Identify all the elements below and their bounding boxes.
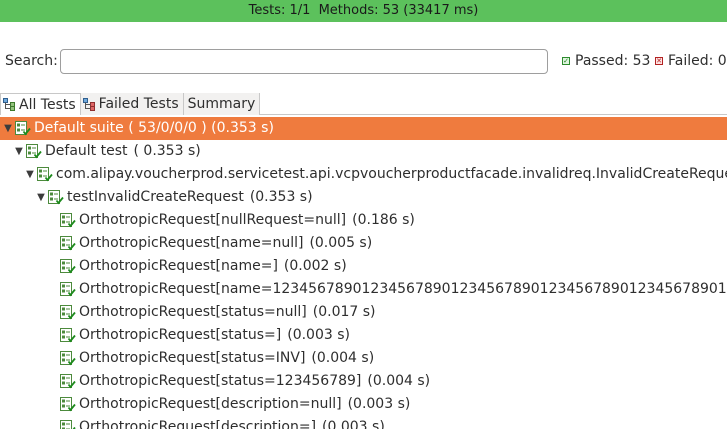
tab-failed-tests-label: Failed Tests <box>98 96 179 112</box>
test-passed-icon <box>15 121 31 136</box>
tree-row-label: OrthotropicRequest[name=null] (0.005 s) <box>79 232 372 255</box>
tree-row[interactable]: OrthotropicRequest[description=null] (0.0… <box>0 393 727 416</box>
test-duration: (0.004 s) <box>367 373 431 389</box>
test-passed-icon <box>48 190 64 205</box>
failed-icon: ✕ <box>655 57 663 65</box>
tree-row[interactable]: OrthotropicRequest[nullRequest=null] (0.1… <box>0 209 727 232</box>
tree-row-label: Default suite ( 53/0/0/0 ) (0.353 s) <box>34 117 274 140</box>
tree-row-label: OrthotropicRequest[status=] (0.003 s) <box>79 324 350 347</box>
tree-row[interactable]: OrthotropicRequest[status=INV] (0.004 s) <box>0 347 727 370</box>
test-duration: (0.003 s) <box>287 327 350 343</box>
test-passed-icon <box>60 282 76 297</box>
tree-icon <box>82 97 97 111</box>
tree-row[interactable]: OrthotropicRequest[status=] (0.003 s) <box>0 324 727 347</box>
tree-row[interactable]: ▼ Default test ( 0.353 s) <box>0 140 727 163</box>
tab-summary-label: Summary <box>187 96 256 112</box>
tab-summary[interactable]: Summary <box>183 93 261 115</box>
test-name: OrthotropicRequest[status=INV] <box>79 350 306 366</box>
tab-all-tests-label: All Tests <box>19 96 76 113</box>
tree-row[interactable]: OrthotropicRequest[status=123456789] (0.0… <box>0 370 727 393</box>
test-duration: (0.353 s) <box>249 189 313 205</box>
test-results-tree: ▼ Default suite ( 53/0/0/0 ) (0.353 s) ▼ De… <box>0 117 727 429</box>
tree-row[interactable]: OrthotropicRequest[name=1234567890123456… <box>0 278 727 301</box>
test-name: OrthotropicRequest[status=] <box>79 327 282 343</box>
test-passed-icon <box>60 236 76 251</box>
tree-row-label: OrthotropicRequest[status=null] (0.017 s) <box>79 301 376 324</box>
tree-row-label: Default test ( 0.353 s) <box>45 140 201 163</box>
tree-row[interactable]: ▼ com.alipay.voucherprod.servicetest.api.… <box>0 163 727 186</box>
test-duration: (0.186 s) <box>352 212 415 228</box>
test-passed-icon <box>60 374 76 389</box>
test-passed-icon <box>60 351 76 366</box>
tree-row-label: testInvalidCreateRequest (0.353 s) <box>67 186 313 209</box>
test-duration: (0.004 s) <box>311 350 375 366</box>
test-duration: ( 0.353 s) <box>133 143 201 159</box>
failed-counter: ✕ Failed: 0 <box>655 53 727 69</box>
search-input[interactable] <box>60 49 548 74</box>
tree-row-label: OrthotropicRequest[description=null] (0.0… <box>79 393 410 416</box>
expand-arrow-icon[interactable]: ▼ <box>25 163 35 186</box>
test-name: OrthotropicRequest[name=1234567890123456… <box>79 281 727 297</box>
test-duration: (0.005 s) <box>309 235 373 251</box>
test-name: Default test <box>45 143 128 159</box>
tests-count: Tests: 1/1 <box>248 3 311 18</box>
test-name: Default suite ( 53/0/0/0 ) (0.353 s) <box>34 120 274 136</box>
test-name: OrthotropicRequest[name=] <box>79 258 278 274</box>
test-duration: (0.003 s) <box>347 396 411 412</box>
test-name: OrthotropicRequest[status=123456789] <box>79 373 362 389</box>
test-passed-icon <box>60 328 76 343</box>
tree-row[interactable]: OrthotropicRequest[name=null] (0.005 s) <box>0 232 727 255</box>
passed-icon: ✓ <box>562 57 570 65</box>
expand-arrow-icon[interactable]: ▼ <box>3 117 13 140</box>
methods-count: Methods: 53 (33417 ms) <box>318 3 479 18</box>
tab-all-tests[interactable]: All Tests <box>0 93 81 115</box>
tree-row-label: OrthotropicRequest[nullRequest=null] (0.1… <box>79 209 415 232</box>
tree-row[interactable]: OrthotropicRequest[status=null] (0.017 s) <box>0 301 727 324</box>
expand-arrow-icon[interactable]: ▼ <box>36 186 46 209</box>
test-passed-icon <box>26 144 42 159</box>
tree-row-label: OrthotropicRequest[status=123456789] (0.0… <box>79 370 430 393</box>
test-name: com.alipay.voucherprod.servicetest.api.v… <box>56 166 727 182</box>
tree-row-label: com.alipay.voucherprod.servicetest.api.v… <box>56 163 727 186</box>
test-passed-icon <box>60 397 76 412</box>
test-duration: (0.017 s) <box>312 304 376 320</box>
search-row: Search: ✓ Passed: 53 ✕ Failed: 0 <box>0 46 727 76</box>
test-name: OrthotropicRequest[name=null] <box>79 235 304 251</box>
tab-failed-tests[interactable]: Failed Tests <box>80 93 184 115</box>
expand-arrow-icon[interactable]: ▼ <box>14 140 24 163</box>
test-name: OrthotropicRequest[description=] <box>79 419 317 429</box>
failed-label: Failed: 0 <box>668 53 727 69</box>
tree-row-label: OrthotropicRequest[status=INV] (0.004 s) <box>79 347 374 370</box>
test-passed-icon <box>60 305 76 320</box>
test-duration: (0.002 s) <box>283 258 347 274</box>
test-passed-icon <box>37 167 53 182</box>
test-duration: (0.003 s) <box>322 419 385 429</box>
test-name: OrthotropicRequest[description=null] <box>79 396 342 412</box>
test-passed-icon <box>60 259 76 274</box>
tree-icon <box>3 98 17 111</box>
passed-counter: ✓ Passed: 53 <box>562 53 650 69</box>
tree-row-label: OrthotropicRequest[name=] (0.002 s) <box>79 255 347 278</box>
tree-row[interactable]: ▼ Default suite ( 53/0/0/0 ) (0.353 s) <box>0 117 727 140</box>
tree-row[interactable]: OrthotropicRequest[description=] (0.003 s… <box>0 416 727 429</box>
tree-row-label: OrthotropicRequest[description=] (0.003 s… <box>79 416 385 429</box>
tree-row[interactable]: OrthotropicRequest[name=] (0.002 s) <box>0 255 727 278</box>
test-name: testInvalidCreateRequest <box>67 189 244 205</box>
test-name: OrthotropicRequest[nullRequest=null] <box>79 212 347 228</box>
tree-row-label: OrthotropicRequest[name=1234567890123456… <box>79 278 727 301</box>
test-passed-icon <box>60 213 76 228</box>
test-progress-bar: Tests: 1/1 Methods: 53 (33417 ms) <box>0 0 727 22</box>
view-tabs: All Tests Failed Tests Summary <box>0 93 727 115</box>
tree-row[interactable]: ▼ testInvalidCreateRequest (0.353 s) <box>0 186 727 209</box>
passed-label: Passed: 53 <box>575 53 651 69</box>
test-passed-icon <box>60 420 76 429</box>
search-label: Search: <box>5 53 58 69</box>
test-name: OrthotropicRequest[status=null] <box>79 304 307 320</box>
